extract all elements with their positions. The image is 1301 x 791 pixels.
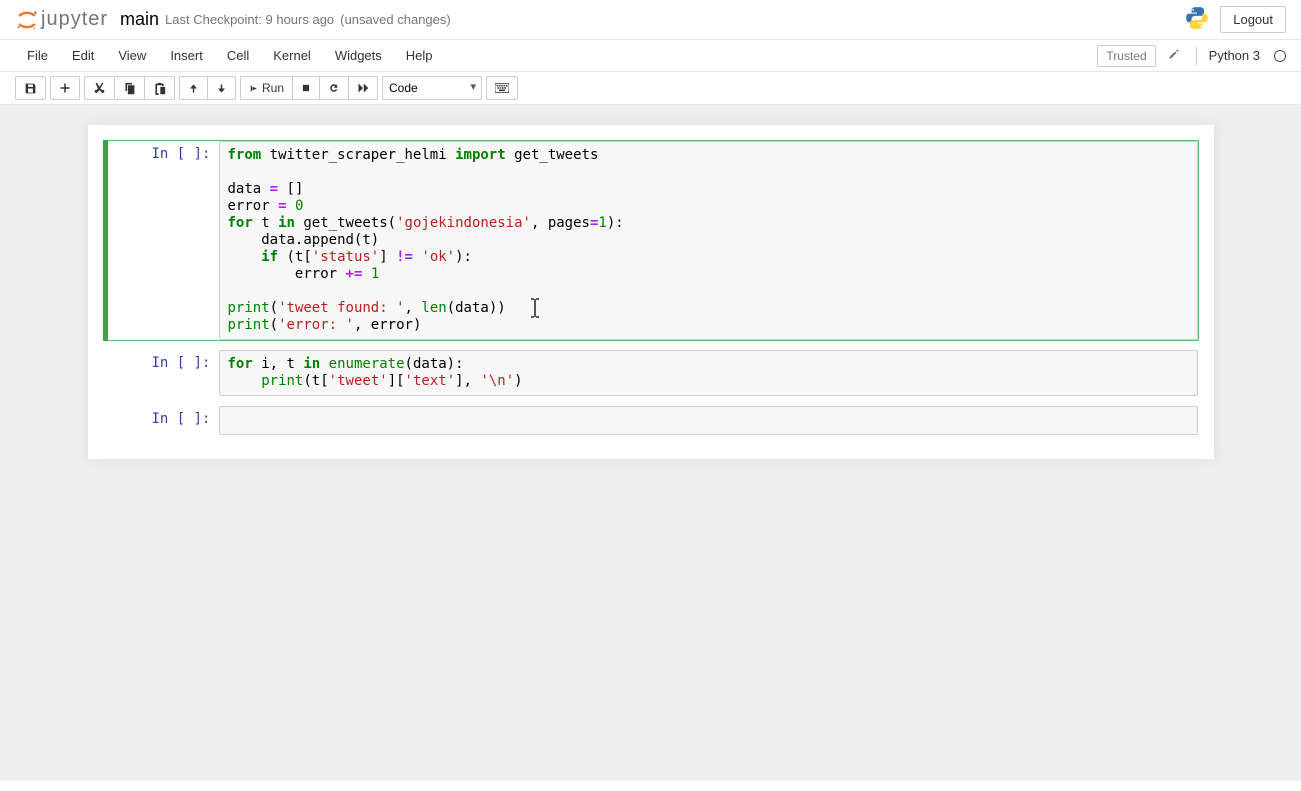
menu-widgets[interactable]: Widgets [323, 42, 394, 69]
notebook-container: In [ ]: from twitter_scraper_helmi import… [88, 125, 1214, 459]
move-down-button[interactable] [207, 76, 236, 100]
copy-button[interactable] [114, 76, 145, 100]
kernel-name[interactable]: Python 3 [1209, 48, 1260, 63]
trusted-button[interactable]: Trusted [1097, 45, 1155, 67]
code-input[interactable] [219, 406, 1198, 435]
toolbar: Run Code [0, 72, 1301, 105]
prompt-area: In [ ]: [104, 406, 219, 435]
jupyter-logo[interactable]: jupyter [15, 6, 108, 34]
pencil-icon[interactable] [1164, 48, 1184, 63]
menu-view[interactable]: View [106, 42, 158, 69]
notebook-name[interactable]: main [120, 9, 159, 30]
menu-file[interactable]: File [15, 42, 60, 69]
save-button[interactable] [15, 76, 46, 100]
code-text[interactable] [228, 412, 1189, 429]
interrupt-button[interactable] [292, 76, 320, 100]
checkpoint-status: Last Checkpoint: 9 hours ago [165, 12, 334, 27]
restart-button[interactable] [319, 76, 349, 100]
code-text[interactable]: from twitter_scraper_helmi import get_tw… [228, 147, 1189, 334]
input-prompt: In [ ]: [104, 411, 211, 427]
menu-edit[interactable]: Edit [60, 42, 106, 69]
python-logo-icon [1184, 5, 1210, 34]
menu-kernel[interactable]: Kernel [261, 42, 323, 69]
code-text[interactable]: for i, t in enumerate(data): print(t['tw… [228, 356, 1189, 390]
code-input[interactable]: for i, t in enumerate(data): print(t['tw… [219, 350, 1198, 396]
menu-insert[interactable]: Insert [158, 42, 215, 69]
restart-run-all-button[interactable] [348, 76, 378, 100]
menu-cell[interactable]: Cell [215, 42, 261, 69]
input-prompt: In [ ]: [104, 355, 211, 371]
code-input[interactable]: from twitter_scraper_helmi import get_tw… [219, 141, 1198, 340]
cell-type-select[interactable]: Code [382, 76, 482, 100]
header-bar: jupyter main Last Checkpoint: 9 hours ag… [0, 0, 1301, 40]
add-cell-button[interactable] [50, 76, 80, 100]
menubar: FileEditViewInsertCellKernelWidgetsHelp … [0, 40, 1301, 72]
page-background: In [ ]: from twitter_scraper_helmi import… [0, 105, 1301, 781]
menu-help[interactable]: Help [394, 42, 445, 69]
paste-button[interactable] [144, 76, 175, 100]
prompt-area: In [ ]: [104, 141, 219, 340]
input-prompt: In [ ]: [104, 146, 211, 162]
kernel-idle-icon [1274, 50, 1286, 62]
jupyter-logo-text: jupyter [41, 8, 108, 31]
code-cell[interactable]: In [ ]: [103, 405, 1199, 436]
run-label: Run [262, 81, 284, 95]
cut-button[interactable] [84, 76, 115, 100]
unsaved-status: (unsaved changes) [340, 12, 451, 27]
prompt-area: In [ ]: [104, 350, 219, 396]
code-cell[interactable]: In [ ]: for i, t in enumerate(data): prin… [103, 349, 1199, 397]
run-button[interactable]: Run [240, 76, 293, 100]
move-up-button[interactable] [179, 76, 208, 100]
logout-button[interactable]: Logout [1220, 6, 1286, 33]
command-palette-button[interactable] [486, 76, 518, 100]
code-cell[interactable]: In [ ]: from twitter_scraper_helmi import… [103, 140, 1199, 341]
